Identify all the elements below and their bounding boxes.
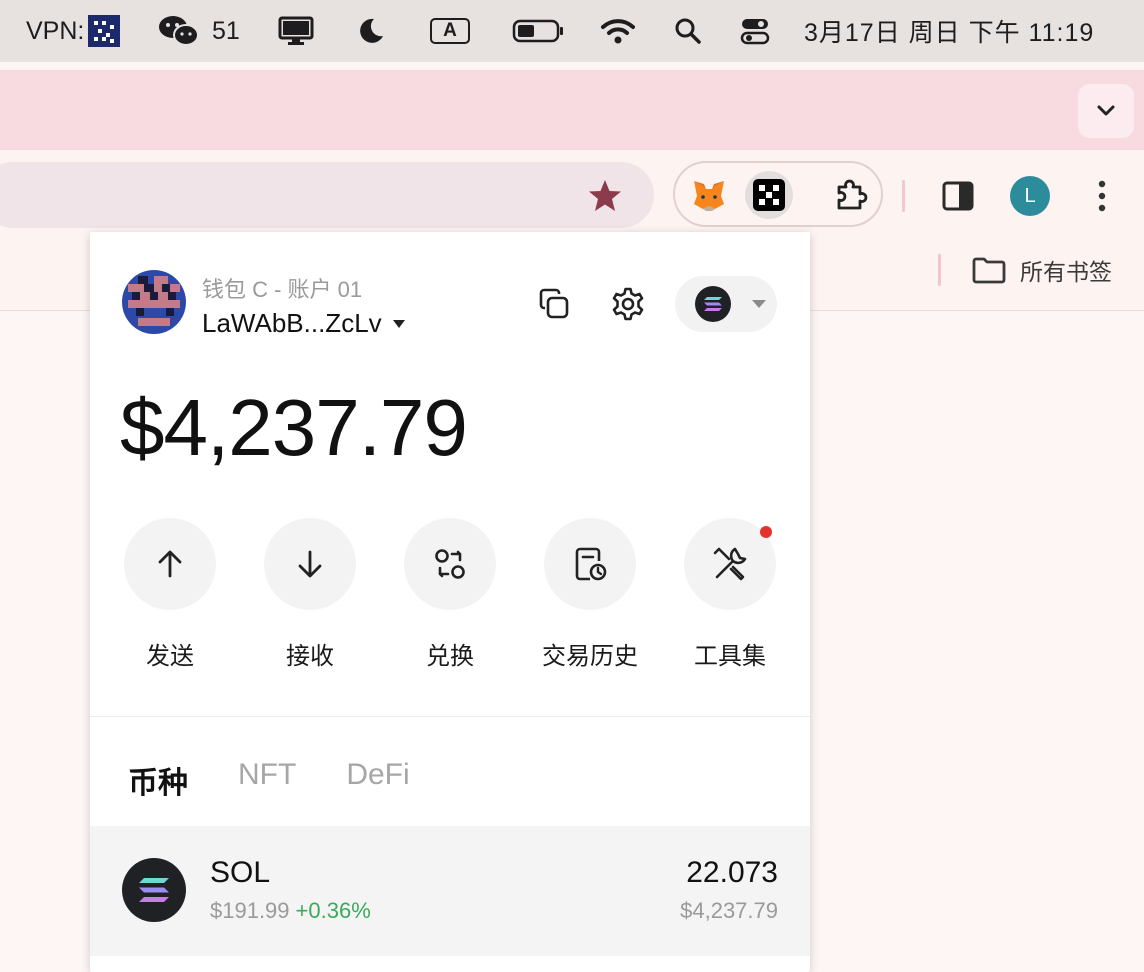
- chevron-down-icon: [1097, 105, 1115, 116]
- account-address-selector[interactable]: LaWAbB...ZcLv: [202, 308, 406, 339]
- token-amount: 22.073: [686, 856, 778, 889]
- token-change: +0.36%: [295, 898, 371, 923]
- notification-dot: [760, 526, 772, 538]
- arrow-up-icon: [158, 550, 182, 578]
- caret-down-icon: [752, 300, 766, 308]
- vpn-logo-icon: [88, 15, 121, 47]
- account-address: LaWAbB...ZcLv: [202, 308, 382, 338]
- copy-address-button[interactable]: [532, 282, 576, 326]
- copy-icon: [539, 288, 569, 319]
- total-balance: $4,237.79: [120, 383, 468, 472]
- browser-tab-strip: [0, 70, 1144, 150]
- tab-nft[interactable]: NFT: [238, 758, 296, 802]
- profile-avatar[interactable]: L: [1010, 176, 1050, 216]
- display-icon[interactable]: [278, 0, 314, 62]
- receive-action[interactable]: 接收: [264, 518, 356, 670]
- asset-tabs: 币种 NFT DeFi: [128, 758, 410, 802]
- toolbar-divider: [902, 180, 905, 212]
- swap-action[interactable]: 兑换: [404, 518, 496, 670]
- caret-down-icon: [392, 319, 405, 328]
- vpn-label: VPN:: [26, 16, 85, 45]
- focus-moon-icon[interactable]: [356, 0, 386, 62]
- tab-tokens[interactable]: 币种: [128, 758, 188, 802]
- wechat-icon: [159, 16, 199, 46]
- input-method-indicator[interactable]: A: [430, 0, 470, 62]
- receive-label: 接收: [286, 643, 334, 670]
- token-name: SOL: [210, 856, 271, 889]
- vpn-status[interactable]: VPN:: [26, 0, 121, 62]
- wallet-popup: 钱包 C - 账户 01 LaWAbB...ZcLv $4,237.79 发送 …: [90, 232, 810, 972]
- battery-icon[interactable]: [512, 0, 564, 62]
- tools-action[interactable]: 工具集: [684, 518, 776, 670]
- bookmark-star-icon[interactable]: [586, 178, 624, 219]
- token-row[interactable]: SOL $191.99 +0.36% 22.073 $4,237.79: [90, 826, 810, 956]
- all-bookmarks-label: 所有书签: [1020, 259, 1112, 285]
- history-action[interactable]: 交易历史: [542, 518, 638, 670]
- menu-bar: VPN: 51 A 3月17日 周日 下午 11:19: [0, 0, 1144, 62]
- wallet-account-label: 钱包 C - 账户 01: [202, 277, 363, 302]
- clock[interactable]: 3月17日 周日 下午 11:19: [804, 0, 1094, 62]
- extensions-puzzle-icon[interactable]: [827, 171, 875, 219]
- arrow-down-icon: [298, 550, 322, 578]
- folder-icon: [972, 257, 1006, 284]
- metamask-fox-icon[interactable]: [685, 171, 733, 219]
- all-bookmarks-button[interactable]: 所有书签: [972, 252, 1112, 288]
- bookmarks-divider: [938, 254, 941, 286]
- address-bar[interactable]: [0, 162, 654, 228]
- sol-token-icon: [122, 858, 186, 922]
- extensions-group: [673, 161, 883, 227]
- settings-button[interactable]: [606, 282, 650, 326]
- tab-defi[interactable]: DeFi: [346, 758, 409, 802]
- tools-icon: [713, 547, 747, 581]
- history-icon: [575, 547, 607, 581]
- account-avatar[interactable]: [122, 270, 186, 334]
- send-action[interactable]: 发送: [124, 518, 216, 670]
- control-center-icon[interactable]: [740, 0, 770, 62]
- tools-label: 工具集: [694, 643, 766, 670]
- tab-search-button[interactable]: [1078, 84, 1134, 138]
- wechat-count: 51: [212, 16, 240, 45]
- network-selector[interactable]: [675, 276, 777, 332]
- token-value: $4,237.79: [680, 898, 778, 923]
- solana-network-icon: [695, 286, 731, 322]
- section-divider: [90, 716, 810, 717]
- wechat-status[interactable]: 51: [158, 0, 240, 62]
- gear-icon: [612, 287, 644, 321]
- browser-menu-icon[interactable]: [1090, 178, 1114, 219]
- history-label: 交易历史: [542, 643, 638, 670]
- side-panel-icon[interactable]: [942, 180, 974, 217]
- swap-label: 兑换: [426, 643, 474, 670]
- token-price-line: $191.99 +0.36%: [210, 898, 371, 924]
- okx-wallet-extension-icon[interactable]: [745, 171, 793, 219]
- wifi-icon[interactable]: [600, 0, 636, 62]
- swap-icon: [435, 549, 465, 579]
- token-price: $191.99: [210, 898, 290, 923]
- send-label: 发送: [146, 643, 194, 670]
- spotlight-search-icon[interactable]: [674, 0, 702, 62]
